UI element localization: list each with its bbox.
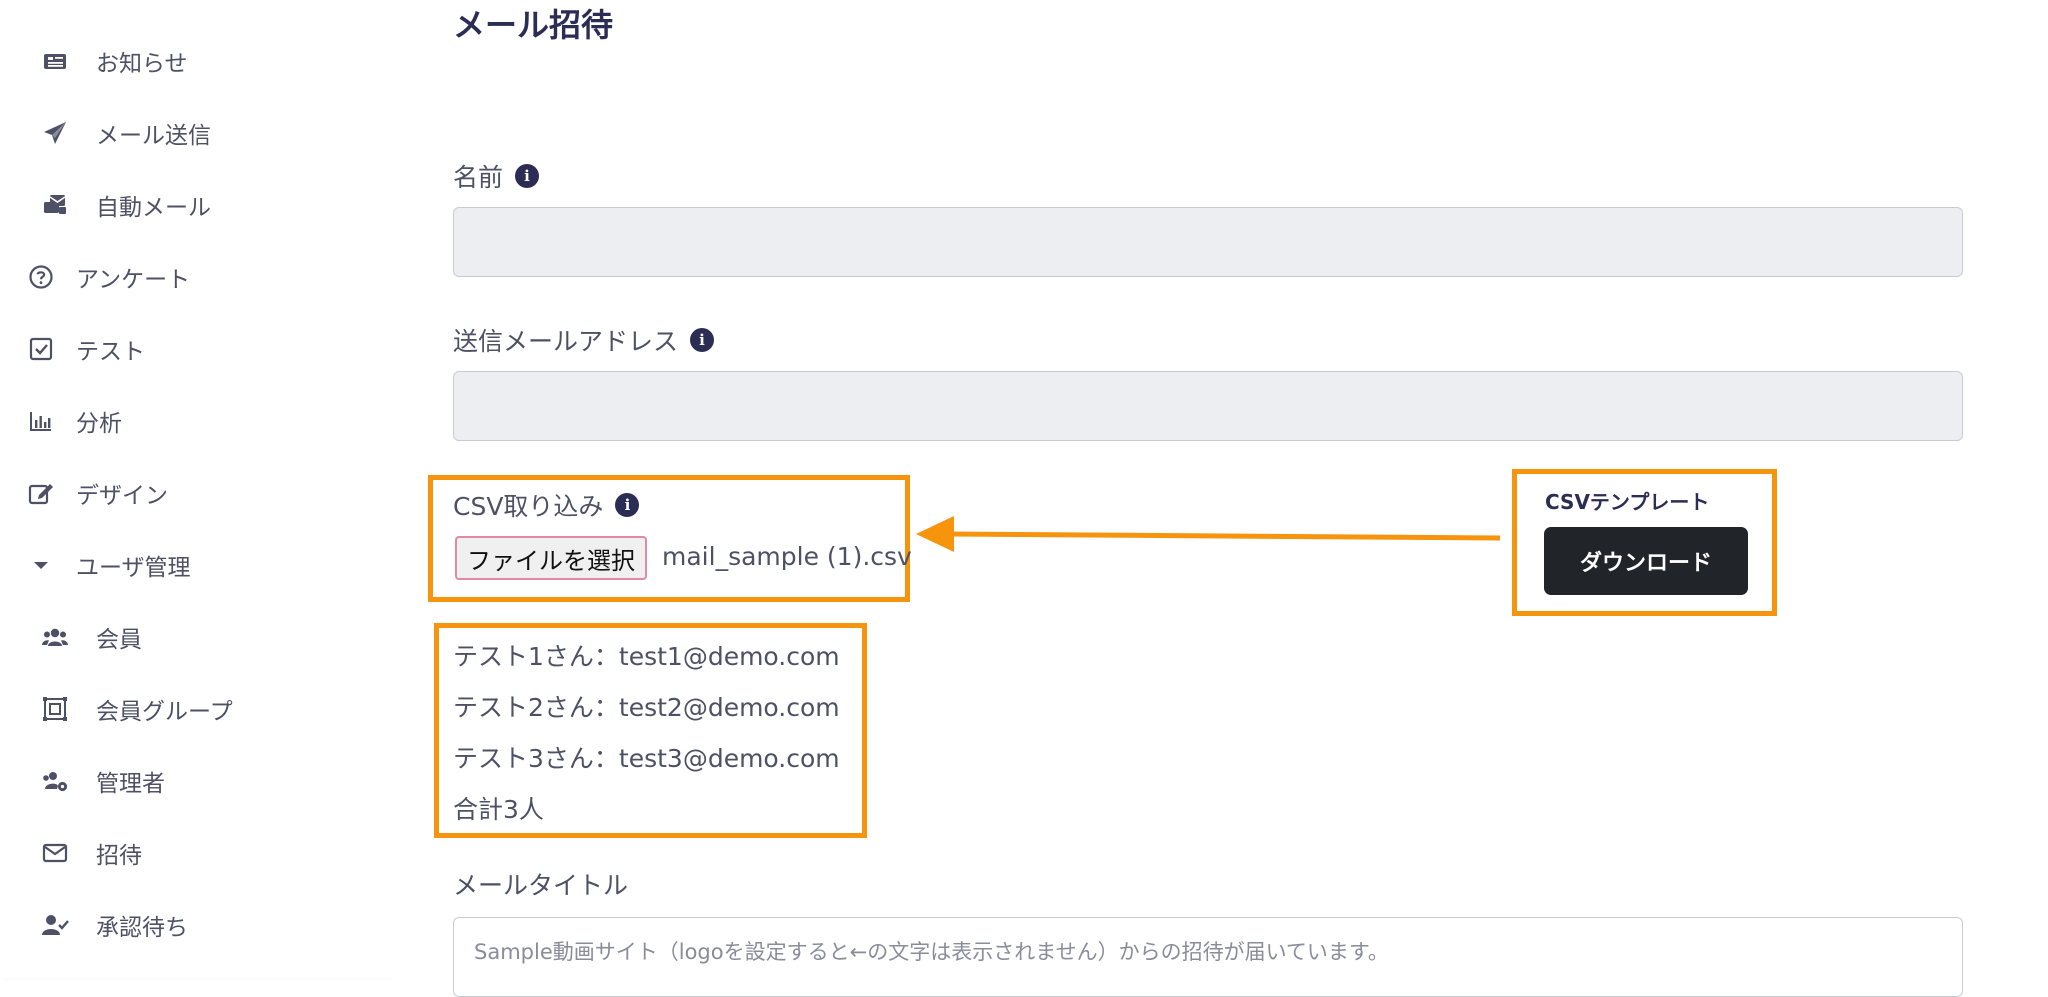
sidebar-item-label: 承認待ち <box>96 915 188 941</box>
sender-address-input[interactable] <box>453 371 1963 441</box>
newspaper-icon <box>40 46 70 76</box>
csv-import-label-text: CSV取り込み <box>453 492 604 521</box>
result-row: テスト2さん：test2@demo.com <box>453 693 840 722</box>
name-input[interactable] <box>453 207 1963 277</box>
sidebar-item-label: ユーザ管理 <box>76 555 191 581</box>
page-title: メール招待 <box>453 6 614 44</box>
question-circle-icon <box>26 262 56 292</box>
sidebar-item-news[interactable]: お知らせ <box>40 44 188 78</box>
sidebar-item-label: 招待 <box>96 843 142 869</box>
sidebar-item-label: 会員グループ <box>96 699 233 725</box>
check-square-icon <box>26 334 56 364</box>
envelope-icon <box>40 838 70 868</box>
download-button[interactable]: ダウンロード <box>1544 527 1748 595</box>
sidebar: お知らせ メール送信 自動メール アンケート テスト 分析 デザイン ユーザ管理… <box>0 0 390 978</box>
sidebar-item-auto-mail[interactable]: 自動メール <box>40 188 211 222</box>
sidebar-item-label: テスト <box>76 339 145 365</box>
sidebar-item-label: アンケート <box>76 267 191 293</box>
arrow-annotation-icon <box>916 516 1501 552</box>
sidebar-item-admins[interactable]: 管理者 <box>40 764 165 798</box>
sidebar-item-member-groups[interactable]: 会員グループ <box>40 692 233 726</box>
csv-import-label: CSV取り込み i <box>453 487 640 523</box>
info-icon[interactable]: i <box>515 164 540 188</box>
sidebar-item-analysis[interactable]: 分析 <box>26 404 122 438</box>
sidebar-item-user-management[interactable]: ユーザ管理 <box>26 548 191 582</box>
sidebar-item-pending-approval[interactable]: 承認待ち <box>40 908 188 942</box>
mail-title-label-text: メールタイトル <box>453 871 629 900</box>
mail-title-label: メールタイトル <box>453 866 628 902</box>
name-label: 名前 i <box>453 158 540 194</box>
caret-down-icon <box>26 550 56 580</box>
sidebar-item-members[interactable]: 会員 <box>40 620 142 654</box>
result-total: 合計3人 <box>453 795 544 824</box>
sidebar-item-label: 会員 <box>96 627 142 653</box>
sidebar-item-label: デザイン <box>76 483 168 509</box>
user-check-icon <box>40 910 70 940</box>
csv-template-label: CSVテンプレート <box>1545 490 1710 514</box>
sidebar-item-label: メール送信 <box>96 123 211 149</box>
sidebar-item-mail-send[interactable]: メール送信 <box>40 116 211 150</box>
group-icon <box>40 694 70 724</box>
selected-file-name: mail_sample (1).csv <box>662 542 912 571</box>
sidebar-item-label: お知らせ <box>96 51 188 77</box>
bar-chart-icon <box>26 406 56 436</box>
paper-plane-icon <box>40 118 70 148</box>
mail-bulk-icon <box>40 190 70 220</box>
sidebar-item-invite[interactable]: 招待 <box>40 836 142 870</box>
sender-address-label: 送信メールアドレス i <box>453 322 715 358</box>
sidebar-item-label: 分析 <box>76 411 122 437</box>
choose-file-button[interactable]: ファイルを選択 <box>455 536 647 580</box>
edit-icon <box>26 478 56 508</box>
sidebar-item-survey[interactable]: アンケート <box>26 260 190 294</box>
sidebar-item-design[interactable]: デザイン <box>26 476 168 510</box>
sidebar-item-label: 自動メール <box>96 195 211 221</box>
info-icon[interactable]: i <box>615 493 640 517</box>
users-cog-icon <box>40 766 70 796</box>
result-row: テスト3さん：test3@demo.com <box>453 744 840 773</box>
sender-address-label-text: 送信メールアドレス <box>453 327 679 356</box>
result-row: テスト1さん：test1@demo.com <box>453 642 840 671</box>
main-content: メール招待 名前 i 送信メールアドレス i CSV取り込み i ファイルを選択… <box>390 0 2048 997</box>
sidebar-item-test[interactable]: テスト <box>26 332 145 366</box>
mail-title-input[interactable]: Sample動画サイト（logoを設定すると←の文字は表示されません）からの招待… <box>453 917 1963 997</box>
users-icon <box>40 622 70 652</box>
sidebar-item-label: 管理者 <box>96 771 165 797</box>
info-icon[interactable]: i <box>690 328 715 352</box>
name-label-text: 名前 <box>453 163 504 192</box>
